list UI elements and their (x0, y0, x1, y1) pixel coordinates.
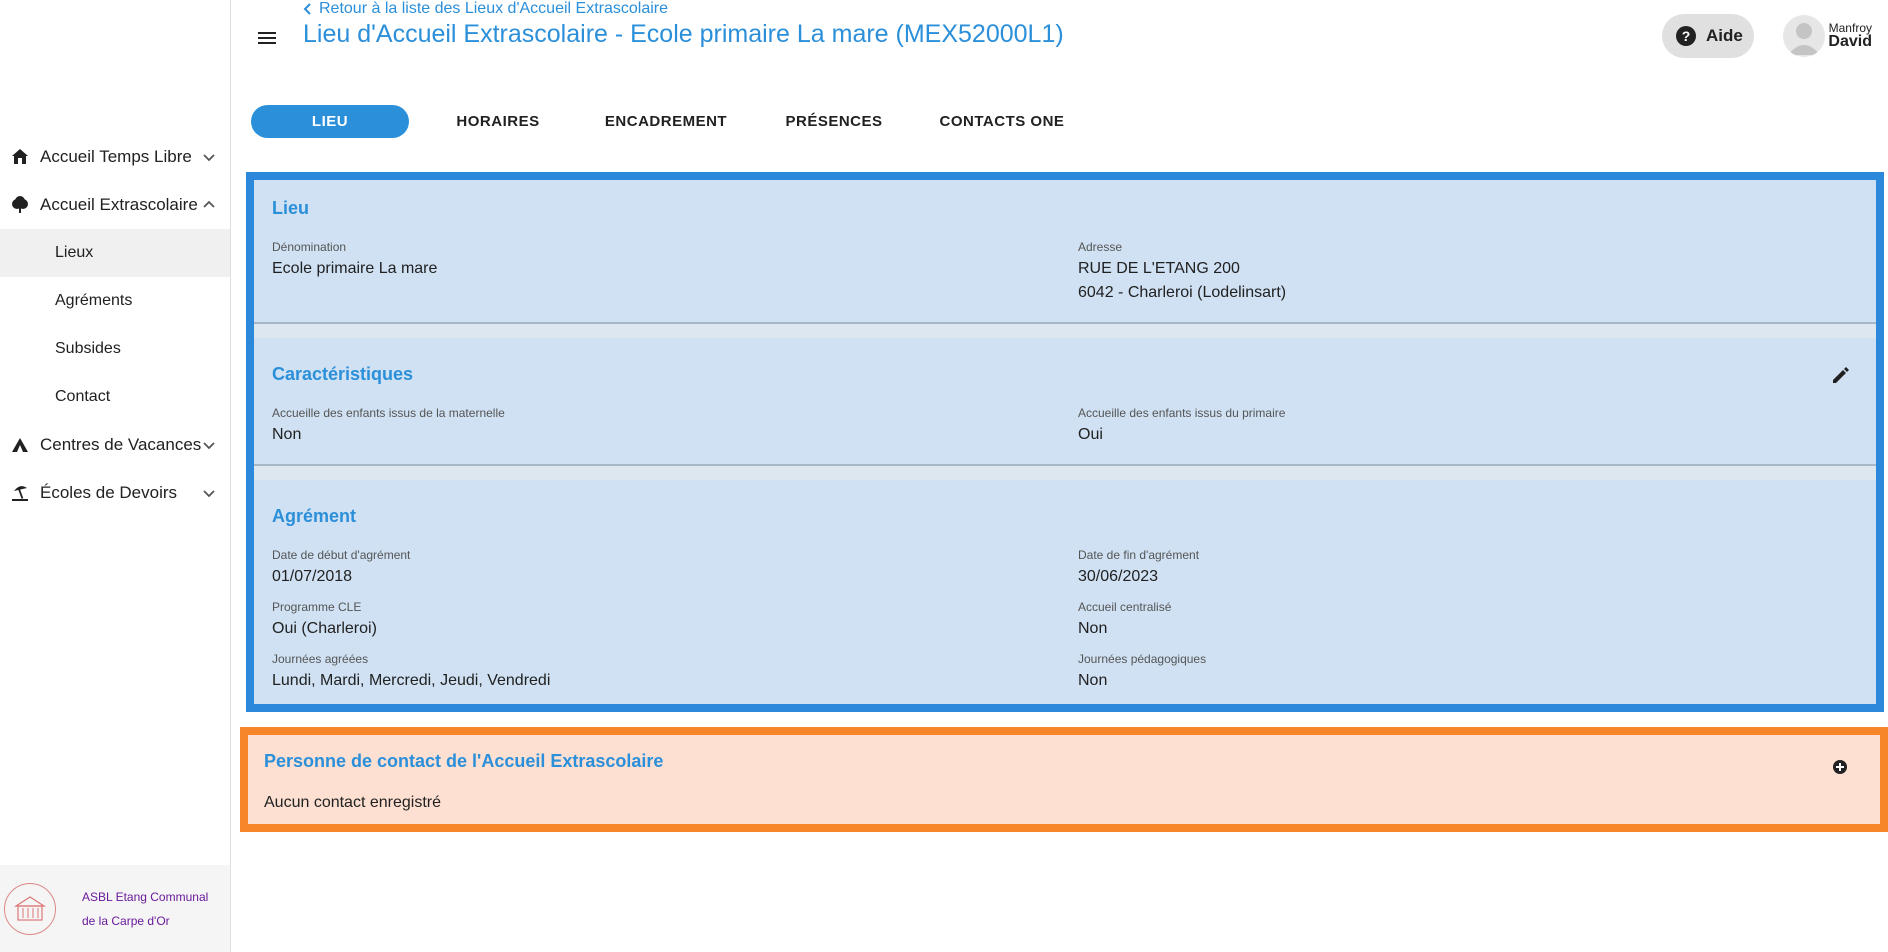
tab-bar: LIEU HORAIRES ENCADREMENT PRÉSENCES CONT… (251, 105, 1081, 138)
edit-icon[interactable] (1830, 364, 1852, 386)
section-title-contact: Personne de contact de l'Accueil Extrasc… (264, 751, 664, 771)
sidebar-item-label: Centres de Vacances (40, 435, 202, 454)
field-value-denomination: Ecole primaire La mare (272, 260, 438, 277)
section-gap (254, 466, 1876, 480)
avatar[interactable] (1783, 15, 1825, 57)
field-label-maternelle: Accueille des enfants issus de la matern… (272, 406, 505, 420)
chevron-down-icon (203, 442, 215, 450)
menu-icon[interactable] (255, 26, 279, 50)
field-label-adresse: Adresse (1078, 240, 1123, 254)
sidebar-subitem-agrements[interactable]: Agréments (0, 277, 230, 325)
sidebar-item-accueil-temps-libre[interactable]: Accueil Temps Libre (0, 133, 230, 181)
field-value-primaire: Oui (1078, 426, 1103, 443)
field-value-journees-pedagogiques: Non (1078, 672, 1108, 689)
organization-logo (4, 882, 56, 935)
chevron-left-icon (303, 3, 311, 15)
field-value-date-debut: 01/07/2018 (272, 568, 353, 585)
tree-icon (10, 195, 30, 215)
help-button[interactable]: ? Aide (1662, 14, 1754, 58)
tab-presences[interactable]: PRÉSENCES (745, 105, 923, 138)
field-label-primaire: Accueille des enfants issus du primaire (1078, 406, 1286, 420)
field-value-programme-cle: Oui (Charleroi) (272, 620, 377, 637)
sidebar-item-label: Accueil Extrascolaire (40, 195, 198, 214)
sidebar-item-centres-de-vacances[interactable]: Centres de Vacances (0, 421, 230, 469)
tab-encadrement[interactable]: ENCADREMENT (587, 105, 745, 138)
tent-icon (10, 435, 30, 455)
help-icon: ? (1676, 26, 1696, 46)
field-value-maternelle: Non (272, 426, 302, 443)
field-value-adresse-line2: 6042 - Charleroi (Lodelinsart) (1078, 284, 1287, 301)
help-button-label: Aide (1706, 26, 1743, 45)
contact-empty-message: Aucun contact enregistré (264, 794, 441, 811)
field-value-date-fin: 30/06/2023 (1078, 568, 1159, 585)
field-label-date-fin: Date de fin d'agrément (1078, 548, 1200, 562)
house-icon (10, 147, 30, 167)
sidebar-item-accueil-extrascolaire[interactable]: Accueil Extrascolaire (0, 181, 230, 229)
sidebar: Accueil Temps Libre Accueil Extrascolair… (0, 0, 231, 952)
field-label-accueil-centralise: Accueil centralisé (1078, 600, 1172, 614)
sidebar-subitem-subsides[interactable]: Subsides (0, 325, 230, 373)
back-link-label: Retour à la liste des Lieux d'Accueil Ex… (319, 0, 668, 17)
section-title-caracteristiques: Caractéristiques (272, 364, 414, 384)
chevron-down-icon (203, 490, 215, 498)
sidebar-nav: Accueil Temps Libre Accueil Extrascolair… (0, 133, 230, 517)
sidebar-item-label: Écoles de Devoirs (40, 483, 178, 502)
chevron-up-icon (203, 200, 215, 208)
sidebar-subitem-lieux[interactable]: Lieux (0, 229, 230, 277)
field-label-programme-cle: Programme CLE (272, 600, 362, 614)
tab-contacts-one[interactable]: CONTACTS ONE (923, 105, 1081, 138)
field-value-journees-agreees: Lundi, Mardi, Mercredi, Jeudi, Vendredi (272, 672, 551, 689)
section-gap (254, 324, 1876, 338)
field-value-accueil-centralise: Non (1078, 620, 1108, 637)
page-title: Lieu d'Accueil Extrascolaire - Ecole pri… (303, 20, 1064, 48)
contact-panel: Personne de contact de l'Accueil Extrasc… (240, 727, 1888, 832)
field-value-adresse-line1: RUE DE L'ETANG 200 (1078, 260, 1240, 277)
sidebar-item-label: Accueil Temps Libre (40, 147, 192, 166)
organization-footer: ASBL Etang Communal de la Carpe d'Or (0, 865, 230, 952)
sidebar-item-ecoles-de-devoirs[interactable]: Écoles de Devoirs (0, 469, 230, 517)
beach-icon (10, 483, 30, 503)
add-circle-icon[interactable] (1832, 759, 1848, 775)
user-last-name: David (1828, 33, 1872, 50)
organization-name: ASBL Etang Communal de la Carpe d'Or (82, 889, 209, 928)
chevron-down-icon (203, 154, 215, 162)
details-panel: Lieu Dénomination Ecole primaire La mare… (246, 172, 1884, 712)
field-label-journees-pedagogiques: Journées pédagogiques (1078, 652, 1207, 666)
section-title-lieu: Lieu (272, 198, 310, 218)
tab-lieu[interactable]: LIEU (251, 105, 409, 138)
field-label-date-debut: Date de début d'agrément (272, 548, 411, 562)
field-label-denomination: Dénomination (272, 240, 347, 254)
back-link[interactable]: Retour à la liste des Lieux d'Accueil Ex… (303, 0, 668, 18)
field-label-journees-agreees: Journées agréées (272, 652, 369, 666)
section-title-agrement: Agrément (272, 506, 357, 526)
sidebar-subitem-contact[interactable]: Contact (0, 373, 230, 421)
tab-horaires[interactable]: HORAIRES (409, 105, 587, 138)
